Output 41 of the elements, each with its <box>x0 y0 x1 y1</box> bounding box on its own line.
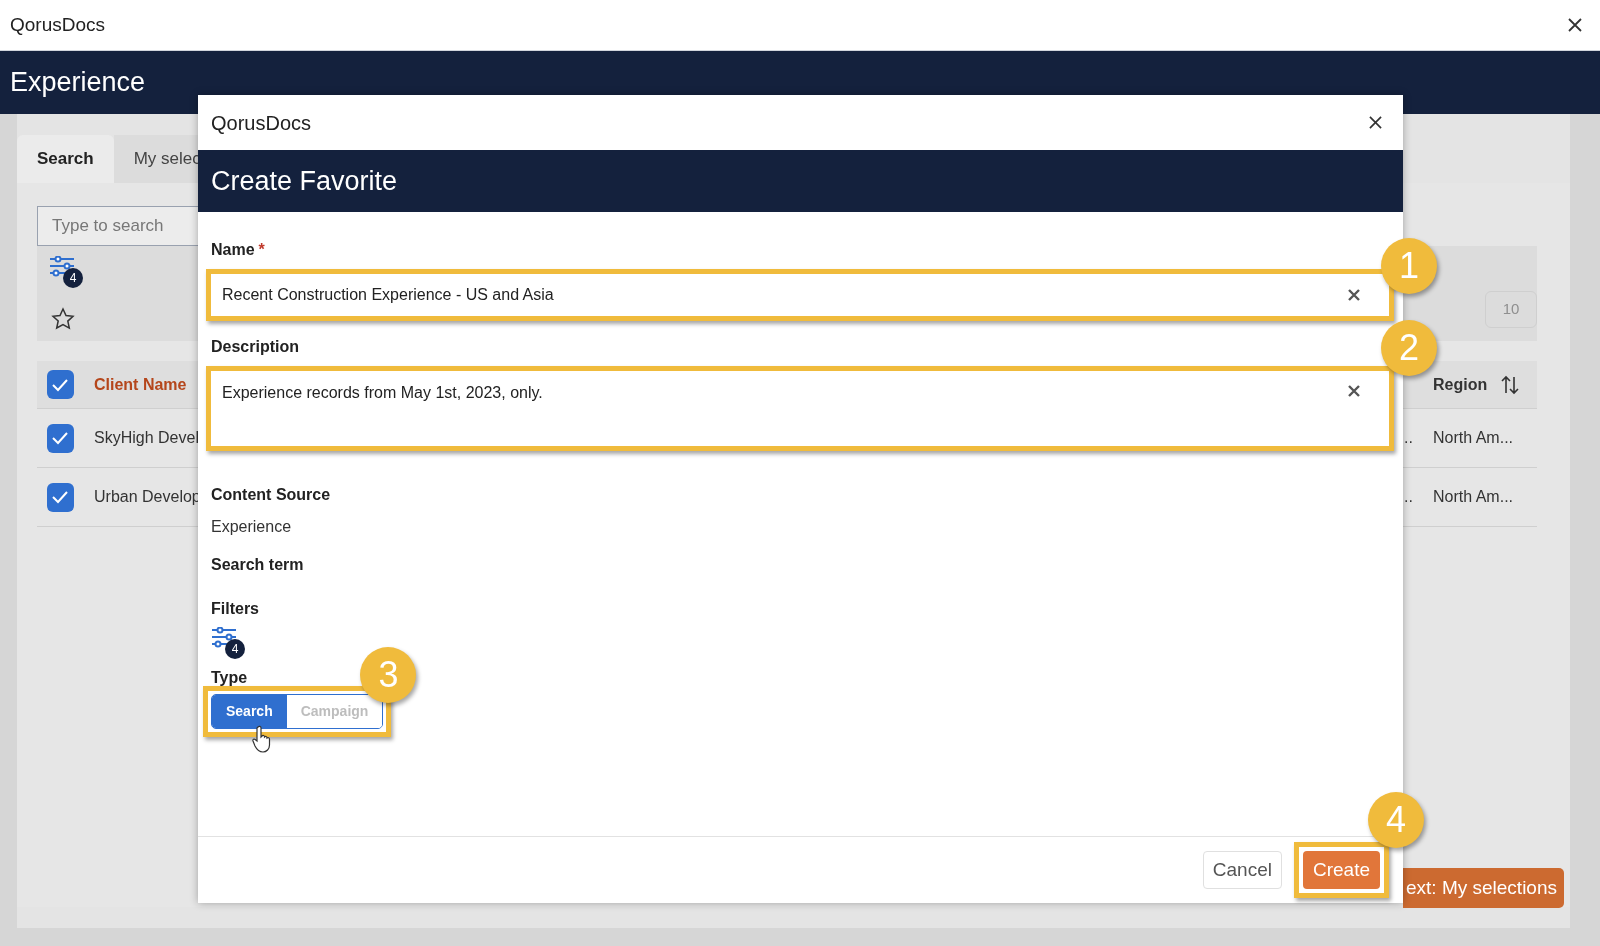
sort-icon[interactable] <box>1501 374 1520 395</box>
star-icon[interactable] <box>51 307 75 331</box>
close-icon[interactable] <box>1369 116 1382 129</box>
required-marker: * <box>258 240 265 260</box>
section-value: Experience <box>211 518 292 535</box>
app-title: Experience <box>10 66 146 100</box>
description-field[interactable]: Experience records from May 1st, 2023, only. <box>211 371 1389 446</box>
close-icon[interactable] <box>1568 18 1582 32</box>
table-cell: .. <box>1404 429 1413 446</box>
checkmark-icon <box>51 431 69 445</box>
table-cell: .. <box>1404 488 1413 505</box>
field-value: Experience records from May 1st, 2023, only. <box>222 383 543 403</box>
callout-number: 3 <box>360 647 417 703</box>
name-field[interactable]: Recent Construction Experience - US and Asia <box>211 274 1389 316</box>
checkbox[interactable] <box>46 423 74 453</box>
filter-count-badge: 4 <box>63 268 83 288</box>
clear-icon[interactable] <box>1348 385 1360 397</box>
window-title: QorusDocs <box>10 12 106 37</box>
table-cell: SkyHigh Devel <box>94 429 199 446</box>
filter-count-badge: 4 <box>225 639 245 659</box>
clear-icon[interactable] <box>1348 289 1360 301</box>
table-cell: North Am... <box>1433 429 1514 446</box>
cancel-button[interactable]: Cancel <box>1202 851 1282 889</box>
section-label: Filters <box>211 600 259 617</box>
checkmark-icon <box>51 490 69 504</box>
checkmark-icon <box>51 377 69 392</box>
checkbox[interactable] <box>46 370 74 399</box>
checkbox[interactable] <box>46 482 74 512</box>
field-value: Recent Construction Experience - US and Asia <box>222 285 554 305</box>
next-button[interactable]: ext: My selections <box>1403 868 1564 908</box>
section-label: Content Source <box>211 486 331 503</box>
callout-number: 4 <box>1368 792 1424 848</box>
type-toggle-option[interactable]: Search <box>212 695 287 728</box>
dialog-app-title: QorusDocs <box>211 110 312 136</box>
table-cell: North Am... <box>1433 488 1514 505</box>
field-label: Description <box>211 337 299 357</box>
field-label: Name <box>211 240 255 260</box>
column-title: Region <box>1433 374 1488 395</box>
section-label: Type <box>211 669 248 686</box>
section-label: Search term <box>211 556 304 573</box>
tab[interactable]: Search <box>17 135 114 183</box>
